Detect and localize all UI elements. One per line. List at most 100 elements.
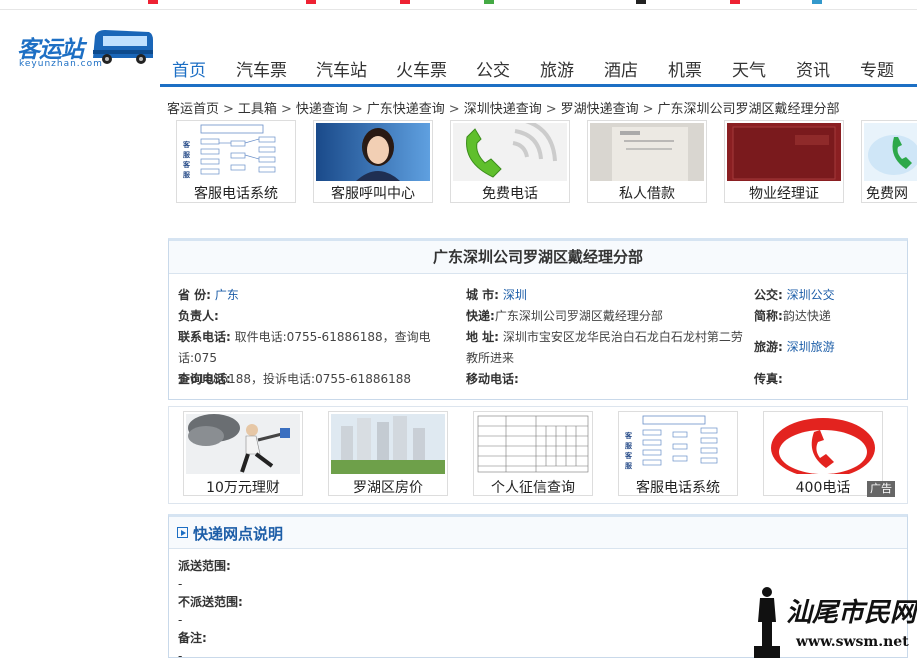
ad-card[interactable]: 客 服 客 服 客服电话系统: [176, 120, 296, 203]
ad-card[interactable]: 10万元理财: [183, 411, 303, 496]
no-delivery-value: -: [178, 613, 183, 627]
nav-flight[interactable]: 机票: [668, 56, 702, 81]
nav-weather[interactable]: 天气: [732, 56, 766, 81]
breadcrumb-item[interactable]: 客运首页: [167, 102, 219, 117]
ad-label: 10万元理财: [206, 480, 280, 496]
tab-icon: [306, 0, 316, 4]
nav-home[interactable]: 首页: [172, 56, 206, 81]
watermark-text: 汕尾市民网: [786, 598, 917, 628]
notes-header: 快递网点说明: [169, 517, 907, 549]
ad-card[interactable]: 罗湖区房价: [328, 411, 448, 496]
ad-card[interactable]: 客服呼叫中心: [313, 120, 433, 203]
nav-train-ticket[interactable]: 火车票: [396, 56, 447, 81]
short-name-field: 简称:韵达快递: [754, 309, 831, 323]
operator-photo-icon: [316, 123, 430, 181]
ad-card[interactable]: 免费网: [861, 120, 917, 203]
ad-label: 400电话: [795, 480, 851, 496]
ad-label: 个人征信查询: [491, 480, 575, 496]
ad-label: 免费网: [866, 186, 908, 202]
document-photo-icon: [590, 123, 704, 181]
ad-card[interactable]: 免费电话: [450, 120, 570, 203]
nav-topics[interactable]: 专题: [860, 56, 894, 81]
svg-text:客: 客: [624, 431, 633, 440]
breadcrumb-item[interactable]: 罗湖快递查询: [561, 102, 639, 117]
tab-icon: [730, 0, 740, 4]
ad-label: 私人借款: [619, 186, 675, 202]
ad-card[interactable]: 400电话: [763, 411, 883, 496]
breadcrumb-current: 广东深圳公司罗湖区戴经理分部: [657, 102, 840, 117]
bus-field: 公交: 深圳公交: [754, 288, 835, 302]
nav-news[interactable]: 资讯: [796, 56, 830, 81]
svg-text:服: 服: [625, 441, 633, 450]
tab-icon: [148, 0, 158, 4]
ad-card[interactable]: 私人借款: [587, 120, 707, 203]
city-field: 城 市: 深圳: [466, 288, 527, 302]
ad-label: 客服电话系统: [194, 186, 278, 202]
ad-row-middle: 10万元理财 罗湖区房价 个人征信查询 客 服 客 服 客服电话系统 400电话…: [168, 406, 908, 504]
red-phone-icon: [766, 414, 880, 474]
branch-title: 广东深圳公司罗湖区戴经理分部: [169, 241, 907, 274]
travel-link[interactable]: 深圳旅游: [787, 340, 835, 354]
breadcrumb-item[interactable]: 快递查询: [296, 102, 348, 117]
ad-label: 客服电话系统: [636, 480, 720, 496]
province-link[interactable]: 广东: [215, 288, 239, 302]
province-field: 省 份: 广东: [178, 288, 239, 302]
remark-value: -: [178, 649, 183, 658]
express-field: 快递:广东深圳公司罗湖区戴经理分部: [466, 309, 663, 323]
no-delivery-label: 不派送范围:: [178, 595, 243, 609]
breadcrumb-item[interactable]: 广东快递查询: [367, 102, 445, 117]
watermark: 汕尾市民网 www.swsm.net: [752, 586, 917, 658]
businessman-photo-icon: [186, 414, 300, 474]
site-header: 客运站 keyunzhan.com 首页 汽车票 汽车站 火车票 公交 旅游 酒…: [0, 10, 917, 88]
breadcrumb-item[interactable]: 工具箱: [238, 102, 277, 117]
watermark-url: www.swsm.net: [796, 634, 909, 650]
svg-text:客: 客: [624, 451, 633, 460]
bus-link[interactable]: 深圳公交: [787, 288, 835, 302]
flowchart-thumb-icon: 客 服 客 服: [179, 123, 293, 181]
nav-bus-ticket[interactable]: 汽车票: [236, 56, 287, 81]
city-link[interactable]: 深圳: [503, 288, 527, 302]
ad-label: 客服呼叫中心: [331, 186, 415, 202]
browser-tab-strip: [0, 0, 917, 10]
statue-silhouette-icon: [754, 587, 780, 658]
svg-text:服: 服: [625, 461, 633, 470]
notes-title: 快递网点说明: [193, 525, 284, 543]
delivery-range-label: 派送范围:: [178, 559, 231, 573]
tab-icon: [484, 0, 494, 4]
cloud-phone-icon: [864, 123, 917, 181]
ad-label: 免费电话: [482, 186, 538, 202]
delivery-range-value: -: [178, 577, 183, 591]
site-logo[interactable]: 客运站 keyunzhan.com: [17, 26, 157, 80]
ad-card[interactable]: 个人征信查询: [473, 411, 593, 496]
travel-field: 旅游: 深圳旅游: [754, 340, 835, 354]
breadcrumb: 客运首页 > 工具箱 > 快递查询 > 广东快递查询 > 深圳快递查询 > 罗湖快递查询 > 广东深圳公…: [167, 102, 840, 117]
bus-icon: [93, 30, 153, 64]
buildings-photo-icon: [331, 414, 445, 474]
address-line-1: 深圳市宝安区龙华民治白石龙白石龙村第二劳: [502, 330, 743, 344]
manager-field: 负责人:: [178, 309, 219, 323]
ad-card[interactable]: 客 服 客 服 客服电话系统: [618, 411, 738, 496]
query-phone-field: 查询电话:: [178, 372, 231, 386]
nav-transit[interactable]: 公交: [476, 56, 510, 81]
ad-card[interactable]: 物业经理证: [724, 120, 844, 203]
nav-hotel[interactable]: 酒店: [604, 56, 638, 81]
certificate-photo-icon: [727, 123, 841, 181]
mobile-field: 移动电话:: [466, 372, 519, 386]
svg-text:客: 客: [182, 160, 191, 169]
svg-text:服: 服: [183, 150, 191, 159]
svg-text:客: 客: [182, 140, 191, 149]
branch-info-panel: 广东深圳公司罗湖区戴经理分部 省 份: 广东 负责人: 联系电话: 取件电话:0…: [168, 238, 908, 400]
nav-underline: [160, 84, 917, 87]
remark-label: 备注:: [178, 631, 207, 645]
tab-icon: [812, 0, 822, 4]
fax-field: 传真:: [754, 372, 783, 386]
nav-bus-station[interactable]: 汽车站: [316, 56, 367, 81]
nav-travel[interactable]: 旅游: [540, 56, 574, 81]
form-thumb-icon: [476, 414, 590, 474]
phone-handset-green-icon: [453, 123, 567, 181]
tab-icon: [636, 0, 646, 4]
breadcrumb-item[interactable]: 深圳快递查询: [464, 102, 542, 117]
ad-label: 罗湖区房价: [353, 480, 423, 496]
flowchart-thumb-icon: 客 服 客 服: [621, 414, 735, 474]
address-line-2: 教所进来: [466, 351, 515, 365]
